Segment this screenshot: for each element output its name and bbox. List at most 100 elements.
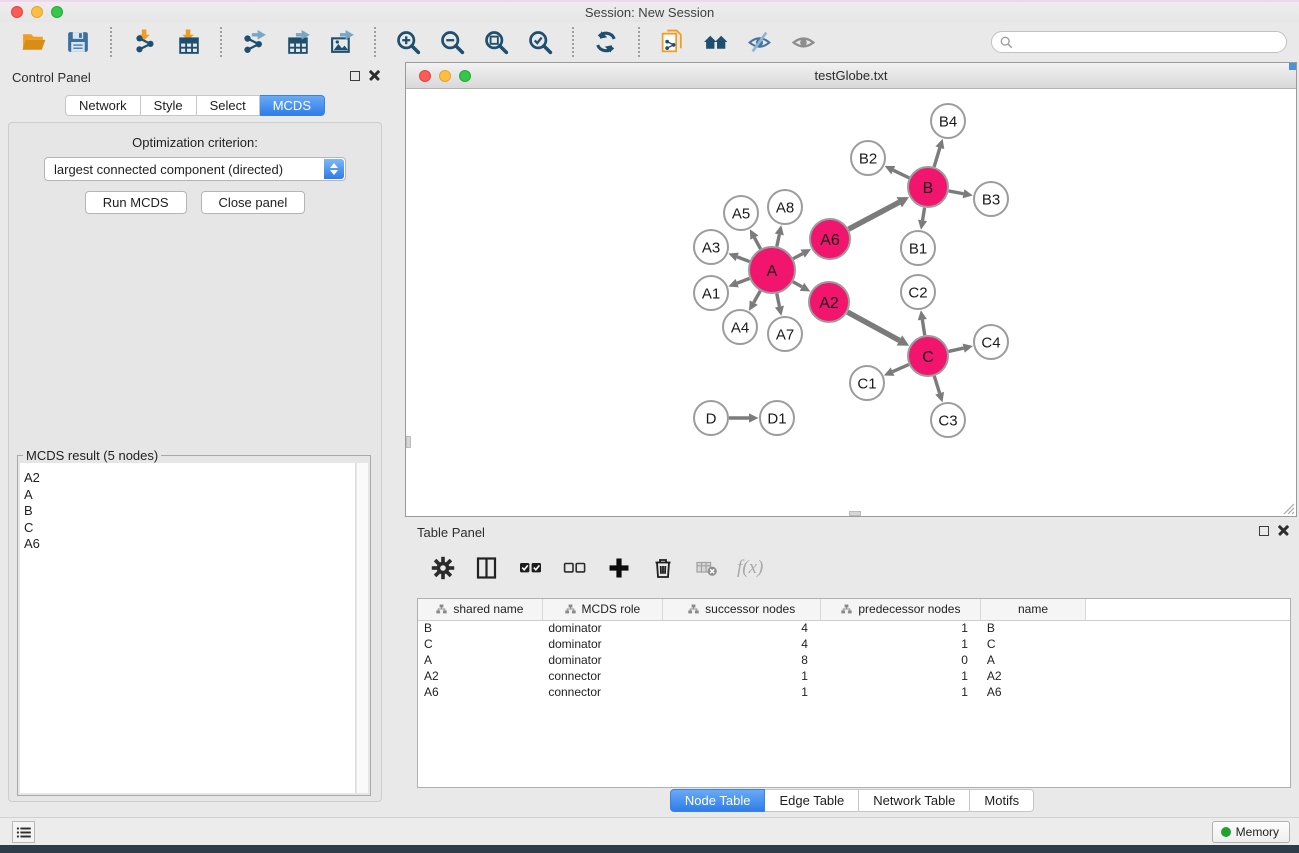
zoom-view-button[interactable] bbox=[459, 70, 471, 82]
cell[interactable]: dominator bbox=[542, 620, 662, 636]
edge-A-A3[interactable] bbox=[728, 253, 749, 262]
edge-A2-C[interactable] bbox=[847, 312, 909, 346]
function-builder-button[interactable]: f(x) bbox=[737, 557, 763, 579]
edge-A-A7[interactable] bbox=[775, 294, 784, 316]
export-image-button[interactable] bbox=[327, 27, 357, 57]
search-box[interactable] bbox=[991, 31, 1287, 53]
close-panel-icon[interactable] bbox=[369, 70, 380, 81]
tab-select[interactable]: Select bbox=[197, 95, 260, 116]
edge-A-A2[interactable] bbox=[793, 282, 810, 292]
show-panels-button[interactable] bbox=[789, 27, 819, 57]
float-panel-icon[interactable] bbox=[1259, 526, 1269, 536]
node-A2[interactable]: A2 bbox=[809, 282, 849, 322]
table-row[interactable]: Cdominator41C bbox=[418, 636, 1290, 652]
edge-B-B1[interactable] bbox=[918, 208, 927, 230]
cell[interactable]: 8 bbox=[662, 652, 820, 668]
edge-C-C2[interactable] bbox=[918, 310, 927, 335]
result-item[interactable]: B bbox=[24, 503, 355, 520]
node-B[interactable]: B bbox=[908, 167, 948, 207]
mcds-result-list[interactable]: A2ABCA6 bbox=[20, 463, 356, 793]
cell[interactable]: dominator bbox=[542, 652, 662, 668]
tab-network[interactable]: Network bbox=[65, 95, 141, 116]
column-header-shared-name[interactable]: shared name bbox=[418, 599, 542, 620]
result-item[interactable]: C bbox=[24, 520, 355, 537]
column-header-name[interactable]: name bbox=[981, 599, 1085, 620]
minimize-view-button[interactable] bbox=[439, 70, 451, 82]
cell[interactable]: 1 bbox=[821, 620, 981, 636]
memory-button[interactable]: Memory bbox=[1212, 821, 1290, 843]
task-history-button[interactable] bbox=[12, 821, 35, 843]
cell[interactable]: A bbox=[981, 652, 1085, 668]
column-header-successor-nodes[interactable]: successor nodes bbox=[662, 599, 820, 620]
export-table-button[interactable] bbox=[283, 27, 313, 57]
node-C4[interactable]: C4 bbox=[974, 325, 1008, 359]
tab-node-table[interactable]: Node Table bbox=[670, 789, 766, 812]
open-session-button[interactable] bbox=[19, 27, 49, 57]
delete-table-button[interactable] bbox=[693, 554, 721, 582]
cell[interactable]: 1 bbox=[821, 684, 981, 700]
cell[interactable]: B bbox=[981, 620, 1085, 636]
cell[interactable]: A2 bbox=[981, 668, 1085, 684]
cell[interactable]: 1 bbox=[821, 636, 981, 652]
cell[interactable]: 1 bbox=[662, 668, 820, 684]
refresh-button[interactable] bbox=[591, 27, 621, 57]
edge-A-A1[interactable] bbox=[728, 278, 749, 287]
edge-C-C4[interactable] bbox=[948, 344, 972, 353]
close-view-button[interactable] bbox=[419, 70, 431, 82]
cell[interactable]: connector bbox=[542, 684, 662, 700]
optimization-criterion-dropdown[interactable]: largest connected component (directed) bbox=[44, 157, 346, 181]
minimize-window-button[interactable] bbox=[31, 6, 43, 18]
edge-A6-B[interactable] bbox=[849, 197, 909, 229]
new-network-from-selection-button[interactable] bbox=[657, 27, 687, 57]
column-header-predecessor-nodes[interactable]: predecessor nodes bbox=[821, 599, 981, 620]
tab-edge-table[interactable]: Edge Table bbox=[765, 789, 859, 812]
close-panel-icon[interactable] bbox=[1278, 525, 1289, 536]
node-C[interactable]: C bbox=[908, 336, 948, 376]
home-button[interactable] bbox=[701, 27, 731, 57]
delete-row-button[interactable] bbox=[649, 554, 677, 582]
result-item[interactable]: A2 bbox=[24, 470, 355, 487]
table-row[interactable]: A2connector11A2 bbox=[418, 668, 1290, 684]
node-table[interactable]: shared nameMCDS rolesuccessor nodesprede… bbox=[417, 598, 1291, 788]
node-A7[interactable]: A7 bbox=[768, 317, 802, 351]
add-row-button[interactable] bbox=[605, 554, 633, 582]
node-A3[interactable]: A3 bbox=[694, 230, 728, 264]
select-all-button[interactable] bbox=[517, 554, 545, 582]
cell[interactable]: A2 bbox=[418, 668, 542, 684]
cell[interactable]: 1 bbox=[821, 668, 981, 684]
run-mcds-button[interactable]: Run MCDS bbox=[85, 191, 187, 214]
zoom-out-button[interactable] bbox=[437, 27, 467, 57]
cell[interactable]: 1 bbox=[662, 684, 820, 700]
float-panel-icon[interactable] bbox=[350, 71, 360, 81]
save-session-button[interactable] bbox=[63, 27, 93, 57]
cell[interactable]: C bbox=[981, 636, 1085, 652]
zoom-selected-button[interactable] bbox=[525, 27, 555, 57]
import-network-button[interactable] bbox=[129, 27, 159, 57]
result-scrollbar[interactable] bbox=[356, 463, 368, 793]
node-A6[interactable]: A6 bbox=[810, 219, 850, 259]
node-A[interactable]: A bbox=[749, 247, 795, 293]
zoom-window-button[interactable] bbox=[51, 6, 63, 18]
node-C2[interactable]: C2 bbox=[901, 275, 935, 309]
result-item[interactable]: A6 bbox=[24, 536, 355, 553]
edge-A-A5[interactable] bbox=[750, 229, 761, 249]
node-A1[interactable]: A1 bbox=[694, 276, 728, 310]
tab-motifs[interactable]: Motifs bbox=[970, 789, 1034, 812]
edge-B-B2[interactable] bbox=[885, 166, 909, 178]
table-row[interactable]: Adominator80A bbox=[418, 652, 1290, 668]
cell[interactable]: 4 bbox=[662, 636, 820, 652]
table-row[interactable]: A6connector11A6 bbox=[418, 684, 1290, 700]
cell[interactable]: dominator bbox=[542, 636, 662, 652]
edge-A-A8[interactable] bbox=[775, 225, 784, 246]
network-graph[interactable]: B4B2BB3A5A8A6A3AB1A1C2A2A4A7C4CC1DD1C3 bbox=[406, 89, 1296, 516]
node-D[interactable]: D bbox=[694, 401, 728, 435]
close-panel-button[interactable]: Close panel bbox=[201, 191, 306, 214]
columns-button[interactable] bbox=[473, 554, 501, 582]
hide-panels-button[interactable] bbox=[745, 27, 775, 57]
edge-B-B3[interactable] bbox=[949, 189, 973, 198]
node-A5[interactable]: A5 bbox=[724, 196, 758, 230]
cell[interactable]: C bbox=[418, 636, 542, 652]
result-item[interactable]: A bbox=[24, 487, 355, 504]
node-D1[interactable]: D1 bbox=[760, 401, 794, 435]
splitter-handle-icon[interactable] bbox=[849, 511, 861, 516]
